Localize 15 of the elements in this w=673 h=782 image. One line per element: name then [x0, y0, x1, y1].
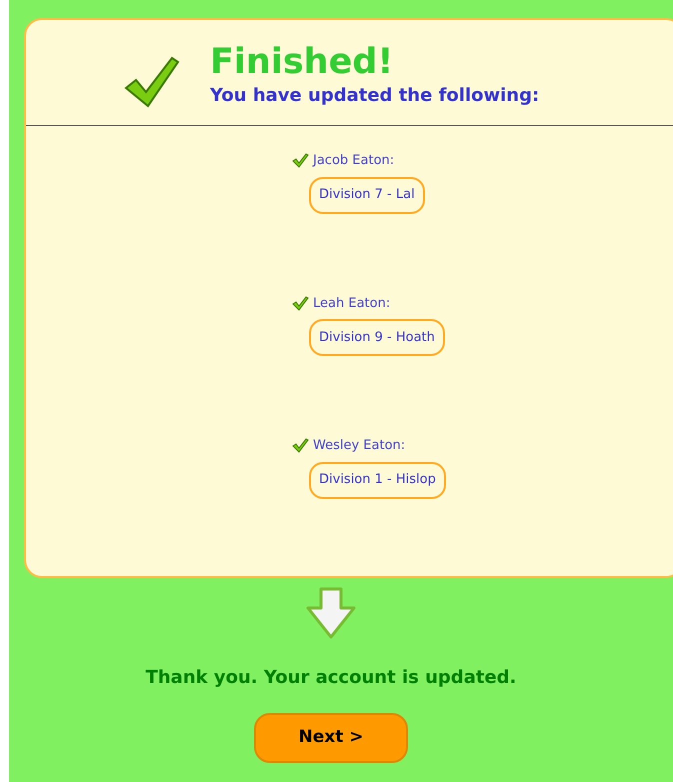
member-name: Wesley Eaton:	[313, 437, 406, 455]
member-name: Jacob Eaton:	[313, 152, 394, 170]
checkmark-icon	[292, 153, 309, 168]
checkmark-icon	[292, 438, 309, 454]
down-arrow-icon	[305, 586, 357, 640]
checkmark-icon	[292, 296, 309, 311]
division-field: Division 9 - Hoath	[309, 319, 445, 356]
subtitle: You have updated the following:	[210, 84, 540, 108]
division-field: Division 1 - Hislop	[309, 462, 446, 498]
checkmark-icon	[124, 54, 180, 110]
confirmation-message: Thank you. Your account is updated.	[146, 666, 516, 690]
page-title: Finished!	[210, 41, 394, 84]
next-button[interactable]: Next >	[254, 713, 408, 763]
division-field: Division 7 - Lal	[309, 176, 425, 214]
member-name: Leah Eaton:	[313, 294, 390, 312]
